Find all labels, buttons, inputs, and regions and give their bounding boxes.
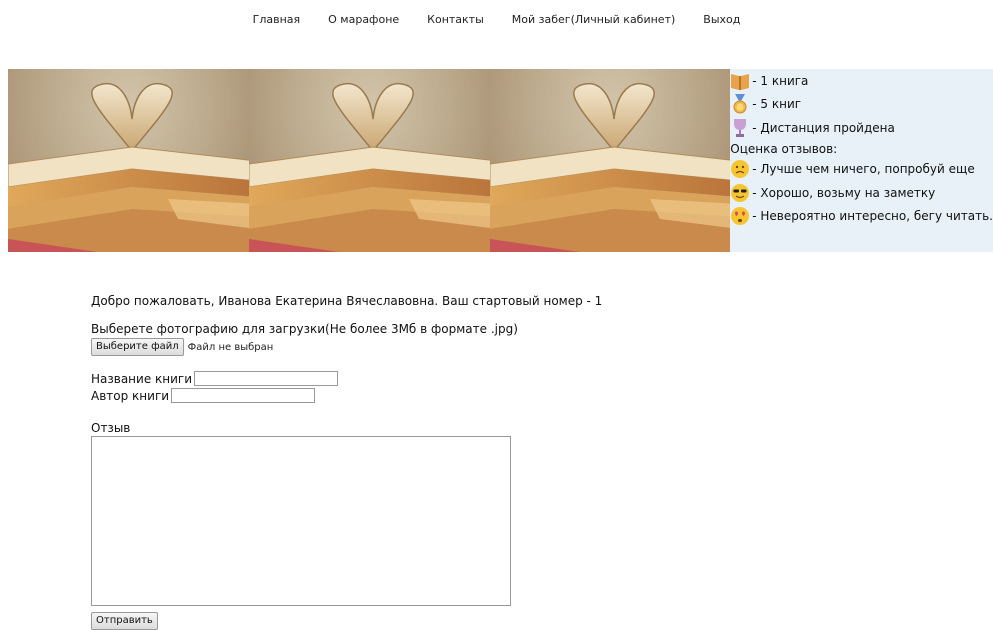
welcome-message: Добро пожаловать, Иванова Екатерина Вяче… bbox=[91, 294, 603, 308]
books-heart-image bbox=[8, 69, 249, 252]
book-author-row: Автор книги bbox=[91, 387, 602, 404]
nav-my-run[interactable]: Мой забег(Личный кабинет) bbox=[512, 13, 676, 26]
book-title-input[interactable] bbox=[194, 371, 339, 386]
rating-row: - Невероятно интересно, бегу читать. bbox=[730, 205, 993, 229]
legend-row: - 5 книг bbox=[730, 93, 993, 117]
review-textarea[interactable] bbox=[91, 436, 511, 606]
rating-text: - Лучше чем ничего, попробуй еще bbox=[752, 162, 975, 177]
book-title-row: Название книги bbox=[91, 370, 602, 387]
love-face-icon bbox=[730, 206, 750, 226]
rating-title: Оценка отзывов: bbox=[730, 141, 838, 156]
no-file-text: Файл не выбран bbox=[187, 341, 274, 353]
nav-home[interactable]: Главная bbox=[253, 13, 301, 26]
book-title-label: Название книги bbox=[91, 371, 193, 386]
trophy-icon bbox=[730, 118, 750, 138]
upload-label: Выберете фотографию для загрузки(Не боле… bbox=[91, 322, 518, 336]
rating-text: - Хорошо, возьму на заметку bbox=[752, 185, 936, 200]
legend-row: - Дистанция пройдена bbox=[730, 116, 993, 140]
rating-row: - Лучше чем ничего, попробуй еще bbox=[730, 158, 993, 182]
rating-row: - Хорошо, возьму на заметку bbox=[730, 181, 993, 205]
submit-button[interactable]: Отправить bbox=[91, 612, 158, 630]
cool-face-icon bbox=[730, 183, 750, 203]
legend-text: - 1 книга bbox=[752, 73, 809, 88]
top-nav: Главная О марафоне Контакты Мой забег(Ли… bbox=[0, 13, 993, 26]
book-author-input[interactable] bbox=[171, 388, 316, 403]
rating-text: - Невероятно интересно, бегу читать. bbox=[752, 209, 993, 224]
legend-panel: - 1 книга - 5 книг - Дистанция пройдена … bbox=[730, 69, 993, 252]
legend-text: - 5 книг bbox=[752, 97, 802, 112]
legend-text: - Дистанция пройдена bbox=[752, 120, 895, 135]
main-content: Добро пожаловать, Иванова Екатерина Вяче… bbox=[91, 293, 602, 630]
legend-row: - 1 книга bbox=[730, 69, 993, 93]
choose-file-button[interactable]: Выберите файл bbox=[91, 338, 184, 356]
books-heart-image bbox=[489, 69, 731, 252]
nav-about-marathon[interactable]: О марафоне bbox=[328, 13, 399, 26]
banner: - 1 книга - 5 книг - Дистанция пройдена … bbox=[8, 69, 993, 252]
nav-contacts[interactable]: Контакты bbox=[427, 13, 484, 26]
review-label: Отзыв bbox=[91, 421, 131, 435]
sad-face-icon bbox=[730, 159, 750, 179]
book-author-label: Автор книги bbox=[91, 388, 170, 403]
book-icon bbox=[730, 71, 750, 91]
file-picker: Выберите файл Файл не выбран bbox=[91, 337, 602, 357]
books-heart-image bbox=[248, 69, 490, 252]
nav-logout[interactable]: Выход bbox=[703, 13, 740, 26]
medal-icon bbox=[730, 94, 750, 114]
